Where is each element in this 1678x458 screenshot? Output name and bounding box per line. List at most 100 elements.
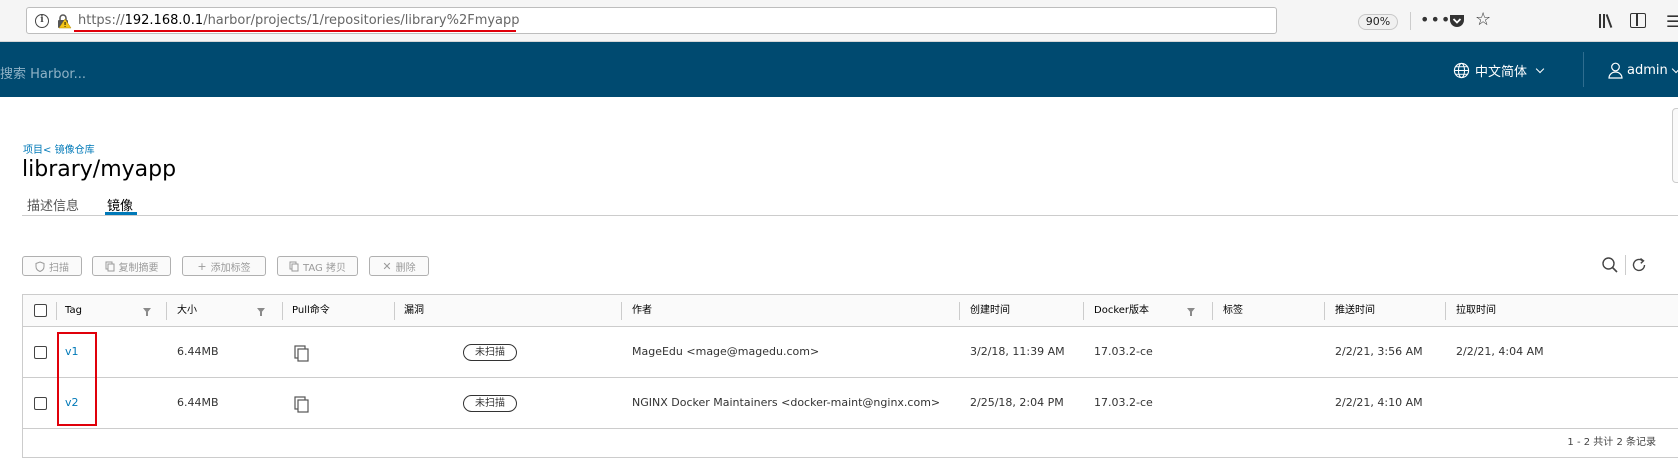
column-header-vulnerability[interactable]: 漏洞 [404,295,424,327]
row-checkbox[interactable] [34,397,47,410]
row-checkbox[interactable] [34,346,47,359]
side-panel-tab[interactable] [1672,108,1678,183]
url-scheme: https:// [78,13,125,28]
url-text[interactable]: https://192.168.0.1/harbor/projects/1/re… [78,13,520,28]
shield-icon [35,260,45,272]
size-cell: 6.44MB [177,345,219,358]
plus-icon: + [197,259,207,273]
address-bar[interactable]: i https://192.168.0.1/harbor/projects/1/… [26,7,1491,34]
add-label-button[interactable]: + 添加标签 [182,256,266,276]
url-path: /harbor/projects/1/repositories/library%… [203,13,520,28]
pocket-icon[interactable] [1449,13,1465,29]
copy-icon [105,261,114,271]
red-highlight-annotation [57,332,97,426]
tag-copy-button[interactable]: TAG 拷贝 [277,256,358,276]
page-title: library/myapp [22,157,177,182]
filter-icon[interactable] [257,308,265,316]
push-time-cell: 2/2/21, 4:10 AM [1335,396,1423,409]
refresh-icon[interactable] [1630,256,1648,274]
filter-icon[interactable] [1187,308,1195,316]
column-header-tag[interactable]: Tag [65,295,82,327]
author-cell: NGINX Docker Maintainers <docker-maint@n… [632,396,941,409]
sidebar-toggle-icon[interactable] [1630,13,1646,28]
globe-icon [1453,62,1470,78]
header-divider [1583,52,1584,87]
delete-button[interactable]: ✕ 删除 [369,256,429,276]
column-divider [1445,302,1446,320]
column-header-push-time[interactable]: 推送时间 [1335,295,1375,327]
column-divider [959,302,960,320]
column-divider [1212,302,1213,320]
global-search-input[interactable]: 搜索 Harbor... [0,63,86,82]
docker-version-cell: 17.03.2-ce [1094,396,1153,409]
close-icon: ✕ [382,259,392,273]
url-host: 192.168.0.1 [124,13,204,28]
column-header-docker-version[interactable]: Docker版本 [1094,295,1149,327]
table-header: Tag 大小 Pull命令 漏洞 作者 创建时间 Docker版本 标签 推送时… [23,295,1678,327]
copy-digest-label: 复制摘要 [118,262,159,274]
column-header-pull[interactable]: Pull命令 [292,295,330,327]
breadcrumb-repo-link[interactable]: 镜像仓库 [55,145,95,156]
scan-status-badge: 未扫描 [463,344,517,361]
column-divider [1083,302,1084,320]
table-row: v1 6.44MB 未扫描 MageEdu <mage@magedu.com> … [23,327,1678,378]
column-divider [394,302,395,320]
active-tab-indicator [105,212,137,215]
column-divider [166,302,167,320]
table-row: v2 6.44MB 未扫描 NGINX Docker Maintainers <… [23,378,1678,429]
add-label-label: 添加标签 [210,262,251,274]
toolbar-divider [1625,255,1626,275]
size-cell: 6.44MB [177,396,219,409]
copy-icon[interactable] [294,345,310,363]
tags-table: Tag 大小 Pull命令 漏洞 作者 创建时间 Docker版本 标签 推送时… [22,294,1678,458]
url-divider [1410,12,1411,30]
scan-label: 扫描 [49,262,69,274]
pagination-summary: 1 - 2 共计 2 条记录 [1567,437,1656,448]
copy-digest-button[interactable]: 复制摘要 [92,256,171,276]
delete-label: 删除 [395,262,416,274]
scan-button[interactable]: 扫描 [22,256,82,276]
column-header-size[interactable]: 大小 [177,295,197,327]
select-all-checkbox[interactable] [34,304,47,317]
filter-icon[interactable] [143,308,151,316]
tab-bar: 描述信息 镜像 [22,192,1678,216]
column-divider [1324,302,1325,320]
language-selector[interactable]: 中文简体 [1453,61,1545,80]
column-header-pull-time[interactable]: 拉取时间 [1456,295,1496,327]
column-divider [282,302,283,320]
docker-version-cell: 17.03.2-ce [1094,345,1153,358]
scan-status-badge: 未扫描 [463,395,517,412]
hamburger-menu-icon[interactable]: ☰ [1666,12,1678,31]
user-icon [1608,62,1623,79]
column-header-labels[interactable]: 标签 [1223,295,1243,327]
copy-icon[interactable] [294,396,310,414]
column-divider [621,302,622,320]
insecure-lock-icon[interactable] [56,14,72,29]
push-time-cell: 2/2/21, 3:56 AM [1335,345,1423,358]
copy-icon [289,261,299,271]
zoom-level-badge[interactable]: 90% [1358,14,1398,30]
column-header-created[interactable]: 创建时间 [970,295,1010,327]
search-icon[interactable] [1601,256,1619,274]
site-info-icon[interactable]: i [35,14,49,28]
bookmark-star-icon[interactable]: ☆ [1475,9,1491,30]
tab-description[interactable]: 描述信息 [27,195,79,214]
app-header: 搜索 Harbor... 中文简体 admin [0,42,1678,97]
browser-toolbar: i https://192.168.0.1/harbor/projects/1/… [0,0,1678,42]
breadcrumb: 项目< 镜像仓库 [23,141,95,156]
column-header-author[interactable]: 作者 [632,295,652,327]
more-actions-icon[interactable]: ••• [1420,10,1451,29]
created-cell: 2/25/18, 2:04 PM [970,396,1064,409]
column-divider [56,302,57,320]
language-label: 中文简体 [1475,64,1528,80]
author-cell: MageEdu <mage@magedu.com> [632,345,820,358]
chevron-down-icon [1671,64,1678,73]
chevron-down-icon [1535,64,1545,73]
user-menu[interactable]: admin [1608,61,1678,79]
red-underline-annotation [74,30,516,32]
breadcrumb-project-link[interactable]: 项目 [23,145,43,156]
pull-time-cell: 2/2/21, 4:04 AM [1456,345,1544,358]
library-icon[interactable] [1598,12,1616,30]
tag-copy-label: TAG 拷贝 [303,262,346,274]
username: admin [1627,62,1668,78]
